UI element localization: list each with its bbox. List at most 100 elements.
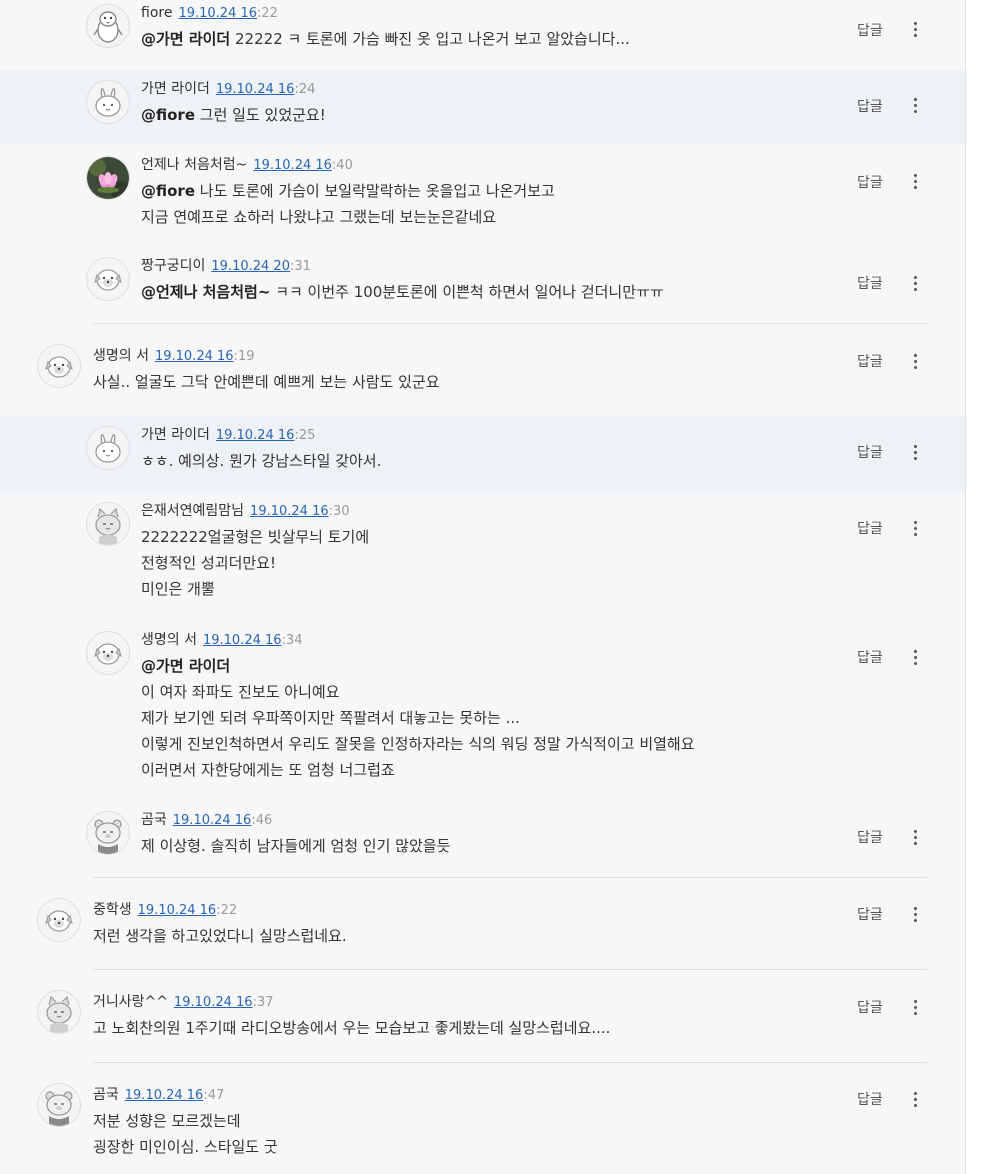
more-vertical-icon[interactable] — [912, 830, 920, 846]
comment-body: ㅎㅎ. 예의상. 뭔가 강남스타일 갖아서. — [141, 448, 381, 474]
more-dot — [914, 662, 917, 665]
comment-date-link[interactable]: 19.10.24 16 — [216, 82, 295, 97]
cat-avatar-icon — [95, 507, 121, 545]
reply-button[interactable]: 답글 — [857, 1089, 883, 1109]
reply-button[interactable]: 답글 — [857, 20, 883, 40]
comment-date-link[interactable]: 19.10.24 16 — [203, 633, 282, 648]
avatar[interactable] — [86, 631, 130, 675]
comment-time-seconds: :46 — [251, 813, 273, 828]
author-nickname[interactable]: 은재서연예림맘님 — [141, 503, 244, 519]
comment-time-seconds: :31 — [289, 259, 311, 274]
reply-button[interactable]: 답글 — [857, 518, 883, 538]
reply-button[interactable]: 답글 — [857, 351, 883, 371]
author-nickname[interactable]: 가면 라이더 — [141, 427, 210, 443]
thread-divider — [93, 1062, 927, 1063]
comment-text-line: 고 노회찬의원 1주기때 라디오방송에서 우는 모습보고 좋게봤는데 실망스럽네… — [93, 1019, 611, 1037]
author-nickname[interactable]: 생명의 서 — [141, 632, 197, 648]
comment-meta: 은재서연예림맘님 19.10.24 16:30 — [141, 502, 350, 521]
avatar[interactable] — [86, 502, 130, 546]
comment-text-line: 이러면서 자한당에게는 또 엄청 너그럽죠 — [141, 761, 395, 779]
avatar[interactable] — [86, 257, 130, 301]
more-dot — [914, 354, 917, 357]
avatar[interactable] — [37, 1083, 81, 1127]
reply-button[interactable]: 답글 — [857, 172, 883, 192]
comment-date-link[interactable]: 19.10.24 16 — [155, 349, 234, 364]
author-nickname[interactable]: 가면 라이더 — [141, 81, 210, 97]
more-dot — [914, 1092, 917, 1095]
more-vertical-icon[interactable] — [912, 276, 920, 292]
more-vertical-icon[interactable] — [912, 174, 920, 190]
comment-text-line: 굉장한 미인이심. 스타일도 굿 — [93, 1138, 278, 1156]
reply-button[interactable]: 답글 — [857, 997, 883, 1017]
mention-link[interactable]: @fiore — [141, 106, 195, 124]
avatar[interactable] — [86, 811, 130, 855]
author-nickname[interactable]: 중학생 — [93, 902, 132, 918]
comment-date-link[interactable]: 19.10.24 20 — [211, 259, 290, 274]
comment-body: 저분 성향은 모르겠는데굉장한 미인이심. 스타일도 굿 — [93, 1108, 278, 1160]
more-dot — [914, 180, 917, 183]
author-nickname[interactable]: fiore — [141, 5, 172, 21]
avatar[interactable] — [86, 80, 130, 124]
mention-link[interactable]: @fiore — [141, 182, 195, 200]
avatar[interactable] — [37, 990, 81, 1034]
comment-date-link[interactable]: 19.10.24 16 — [250, 504, 329, 519]
more-vertical-icon[interactable] — [912, 354, 920, 370]
more-vertical-icon[interactable] — [912, 1000, 920, 1016]
comment-date-link[interactable]: 19.10.24 16 — [173, 813, 252, 828]
comment-text-line: 미인은 개뿔 — [141, 580, 215, 598]
avatar[interactable] — [37, 898, 81, 942]
more-vertical-icon[interactable] — [912, 907, 920, 923]
reply-button[interactable]: 답글 — [857, 647, 883, 667]
more-vertical-icon[interactable] — [912, 1092, 920, 1108]
more-dot — [914, 282, 917, 285]
more-vertical-icon[interactable] — [912, 22, 920, 38]
author-nickname[interactable]: 언제나 처음처럼~ — [141, 157, 247, 173]
mention-link[interactable]: @가면 라이더 — [141, 30, 230, 48]
more-dot — [914, 1012, 917, 1015]
author-nickname[interactable]: 곰국 — [93, 1087, 119, 1103]
comment-meta: fiore 19.10.24 16:22 — [141, 4, 278, 23]
more-dot — [914, 1000, 917, 1003]
more-vertical-icon[interactable] — [912, 445, 920, 461]
author-nickname[interactable]: 거니사랑^^ — [93, 994, 168, 1010]
more-vertical-icon[interactable] — [912, 650, 920, 666]
thread-divider — [93, 969, 927, 970]
reply-button[interactable]: 답글 — [857, 273, 883, 293]
author-nickname[interactable]: 짱구궁디이 — [141, 258, 205, 274]
avatar[interactable] — [86, 4, 130, 48]
comment-date-link[interactable]: 19.10.24 16 — [253, 158, 332, 173]
pug-avatar-icon — [94, 643, 122, 665]
comment-meta: 곰국 19.10.24 16:46 — [141, 811, 272, 830]
avatar[interactable] — [86, 426, 130, 470]
reply-button[interactable]: 답글 — [857, 442, 883, 462]
reply-button[interactable]: 답글 — [857, 96, 883, 116]
author-nickname[interactable]: 곰국 — [141, 812, 167, 828]
avatar[interactable] — [37, 344, 81, 388]
avatar[interactable] — [86, 156, 130, 200]
more-vertical-icon[interactable] — [912, 98, 920, 114]
more-dot — [914, 110, 917, 113]
more-dot — [914, 1098, 917, 1101]
more-dot — [914, 451, 917, 454]
comment-date-link[interactable]: 19.10.24 16 — [174, 995, 253, 1010]
comment-text-line: 저런 생각을 하고있었다니 실망스럽네요. — [93, 927, 347, 945]
comment-text-line: 저분 성향은 모르겠는데 — [93, 1112, 241, 1130]
comment-date-link[interactable]: 19.10.24 16 — [178, 6, 257, 21]
comment-date-link[interactable]: 19.10.24 16 — [216, 428, 295, 443]
comment-text-line: 지금 연예프로 쇼하러 나왔냐고 그랬는데 보는눈은같네요 — [141, 208, 497, 226]
more-vertical-icon[interactable] — [912, 521, 920, 537]
more-dot — [914, 174, 917, 177]
reply-button[interactable]: 답글 — [857, 904, 883, 924]
more-dot — [914, 907, 917, 910]
lotus-photo-avatar — [87, 157, 129, 199]
mention-link[interactable]: @가면 라이더 — [141, 657, 230, 675]
more-dot — [914, 830, 917, 833]
more-dot — [914, 919, 917, 922]
author-nickname[interactable]: 생명의 서 — [93, 348, 149, 364]
reply-button[interactable]: 답글 — [857, 827, 883, 847]
comment-text-line: 2222222얼굴형은 빗살무늬 토기에 — [141, 528, 370, 546]
mention-link[interactable]: @언제나 처음처럼~ — [141, 283, 270, 301]
comment-date-link[interactable]: 19.10.24 16 — [138, 903, 217, 918]
comment-meta: 거니사랑^^ 19.10.24 16:37 — [93, 993, 273, 1012]
comment-date-link[interactable]: 19.10.24 16 — [125, 1088, 204, 1103]
